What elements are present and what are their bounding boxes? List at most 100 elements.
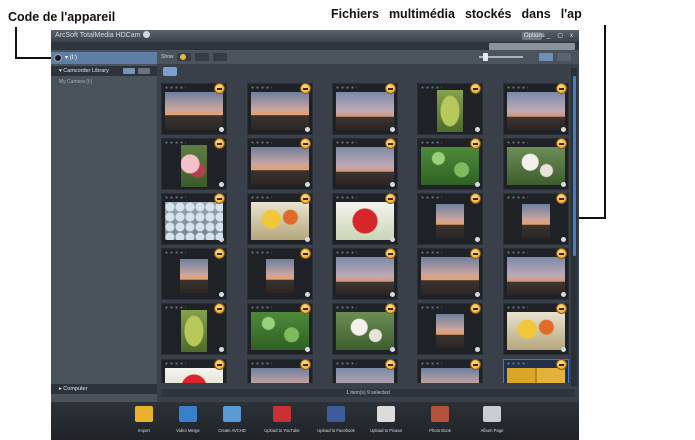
remove-icon[interactable]: [385, 248, 396, 259]
rating-dots[interactable]: [420, 362, 442, 365]
remove-icon[interactable]: [300, 193, 311, 204]
rating-dots[interactable]: [250, 251, 272, 254]
media-thumbnail[interactable]: [503, 359, 569, 383]
rating-dots[interactable]: [420, 196, 442, 199]
rating-dots[interactable]: [250, 141, 272, 144]
remove-icon[interactable]: [556, 248, 567, 259]
view-list-button[interactable]: [557, 53, 571, 61]
media-thumbnail[interactable]: [161, 248, 227, 300]
media-thumbnail[interactable]: [247, 248, 313, 300]
filter-button-2[interactable]: [195, 53, 209, 61]
info-icon[interactable]: [561, 347, 566, 352]
rating-dots[interactable]: [335, 251, 357, 254]
remove-icon[interactable]: [470, 248, 481, 259]
info-icon[interactable]: [475, 127, 480, 132]
remove-icon[interactable]: [300, 359, 311, 370]
folder-icon[interactable]: [163, 67, 177, 76]
media-thumbnail[interactable]: [503, 138, 569, 190]
action-create-avchd[interactable]: Create AVCHD: [209, 404, 255, 438]
rating-dots[interactable]: [250, 362, 272, 365]
rating-dots[interactable]: [335, 86, 357, 89]
info-icon[interactable]: [475, 347, 480, 352]
rating-dots[interactable]: [420, 306, 442, 309]
remove-icon[interactable]: [300, 303, 311, 314]
close-button[interactable]: x: [568, 32, 575, 40]
info-icon[interactable]: [305, 347, 310, 352]
media-thumbnail[interactable]: [417, 83, 483, 135]
remove-icon[interactable]: [556, 303, 567, 314]
minimize-button[interactable]: _: [545, 32, 552, 40]
rating-dots[interactable]: [506, 251, 528, 254]
media-thumbnail[interactable]: [161, 303, 227, 355]
media-thumbnail[interactable]: [332, 83, 398, 135]
scrollbar-thumb[interactable]: [573, 76, 576, 256]
rating-dots[interactable]: [335, 141, 357, 144]
media-thumbnail[interactable]: [247, 83, 313, 135]
info-icon[interactable]: [390, 127, 395, 132]
info-icon[interactable]: [305, 237, 310, 242]
rating-dots[interactable]: [164, 251, 186, 254]
remove-icon[interactable]: [300, 248, 311, 259]
media-thumbnail[interactable]: [247, 138, 313, 190]
info-icon[interactable]: [561, 182, 566, 187]
help-icon[interactable]: [143, 31, 151, 38]
search-input[interactable]: [489, 43, 575, 50]
info-icon[interactable]: [305, 292, 310, 297]
rating-dots[interactable]: [164, 362, 186, 365]
remove-icon[interactable]: [214, 193, 225, 204]
media-thumbnail[interactable]: [161, 193, 227, 245]
media-thumbnail[interactable]: [503, 303, 569, 355]
remove-icon[interactable]: [556, 193, 567, 204]
media-thumbnail[interactable]: [332, 138, 398, 190]
remove-icon[interactable]: [300, 138, 311, 149]
media-thumbnail[interactable]: [417, 138, 483, 190]
remove-icon[interactable]: [556, 83, 567, 94]
media-thumbnail[interactable]: [161, 359, 227, 383]
remove-icon[interactable]: [385, 359, 396, 370]
rating-dots[interactable]: [506, 196, 528, 199]
remove-icon[interactable]: [214, 359, 225, 370]
rating-dots[interactable]: [250, 306, 272, 309]
info-icon[interactable]: [219, 292, 224, 297]
media-thumbnail[interactable]: [332, 248, 398, 300]
remove-icon[interactable]: [214, 303, 225, 314]
rating-dots[interactable]: [250, 86, 272, 89]
remove-icon[interactable]: [214, 138, 225, 149]
remove-icon[interactable]: [470, 138, 481, 149]
info-icon[interactable]: [561, 237, 566, 242]
remove-icon[interactable]: [214, 248, 225, 259]
rating-dots[interactable]: [506, 362, 528, 365]
remove-icon[interactable]: [556, 138, 567, 149]
action-upload-to-picasa[interactable]: Upload to Picasa: [363, 404, 409, 438]
info-icon[interactable]: [475, 182, 480, 187]
library-photo-toggle[interactable]: [138, 68, 150, 74]
rating-dots[interactable]: [335, 306, 357, 309]
sidebar-item-camcorder-library[interactable]: ▾ Camcorder Library: [51, 66, 157, 76]
media-thumbnail[interactable]: [332, 359, 398, 383]
media-thumbnail[interactable]: [161, 83, 227, 135]
sidebar-item-device[interactable]: ▾ (I:): [51, 52, 157, 64]
remove-icon[interactable]: [385, 193, 396, 204]
info-icon[interactable]: [475, 292, 480, 297]
media-thumbnail[interactable]: [247, 303, 313, 355]
info-icon[interactable]: [561, 127, 566, 132]
sidebar-item-computer[interactable]: ▸ Computer: [51, 384, 157, 394]
remove-icon[interactable]: [470, 359, 481, 370]
remove-icon[interactable]: [470, 83, 481, 94]
info-icon[interactable]: [561, 292, 566, 297]
sidebar-item-my-camera[interactable]: My Camera (I:): [59, 79, 92, 85]
remove-icon[interactable]: [214, 83, 225, 94]
info-icon[interactable]: [219, 182, 224, 187]
media-thumbnail[interactable]: [503, 83, 569, 135]
action-album-page[interactable]: Album Page: [469, 404, 515, 438]
info-icon[interactable]: [219, 237, 224, 242]
info-icon[interactable]: [475, 237, 480, 242]
remove-icon[interactable]: [300, 83, 311, 94]
info-icon[interactable]: [390, 292, 395, 297]
action-photo-book[interactable]: Photo Book: [417, 404, 463, 438]
info-icon[interactable]: [219, 127, 224, 132]
media-thumbnail[interactable]: [417, 193, 483, 245]
info-icon[interactable]: [305, 182, 310, 187]
zoom-slider-handle[interactable]: [483, 53, 488, 61]
remove-icon[interactable]: [385, 138, 396, 149]
